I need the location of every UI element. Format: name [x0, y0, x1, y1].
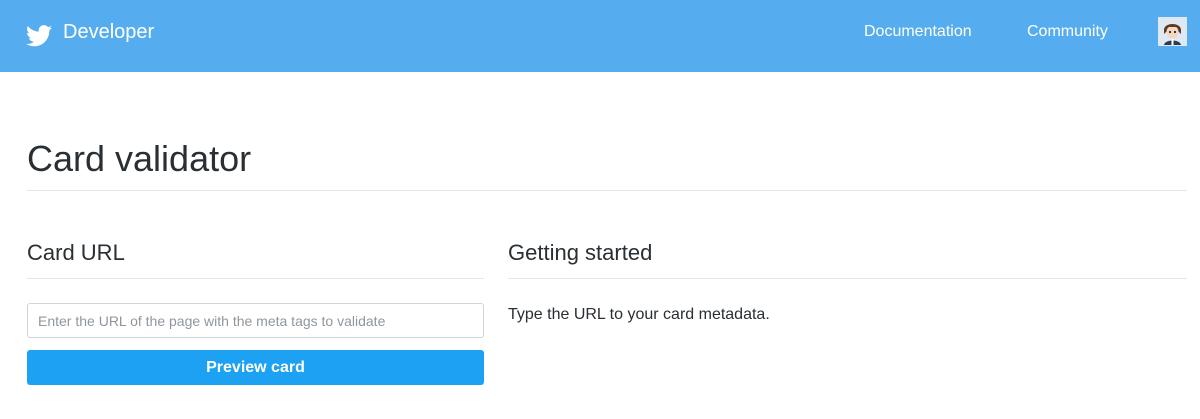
- avatar-image: [1159, 18, 1186, 45]
- nav-community-link[interactable]: Community: [1027, 22, 1108, 42]
- getting-started-text: Type the URL to your card metadata.: [508, 306, 770, 323]
- preview-card-button[interactable]: Preview card: [27, 350, 484, 385]
- card-url-input[interactable]: [27, 303, 484, 338]
- nav-documentation-link[interactable]: Documentation: [864, 22, 972, 42]
- brand-label: Developer: [63, 21, 155, 43]
- card-url-divider: [27, 278, 484, 279]
- top-navigation-bar: Developer Documentation Community: [0, 0, 1200, 72]
- card-url-heading: Card URL: [27, 240, 125, 265]
- title-divider: [27, 190, 1187, 191]
- page-title: Card validator: [27, 138, 252, 179]
- developer-home-link[interactable]: Developer: [26, 0, 154, 64]
- getting-started-divider: [508, 278, 1187, 279]
- twitter-bird-icon: [26, 25, 52, 47]
- user-avatar-icon[interactable]: [1158, 17, 1187, 46]
- getting-started-heading: Getting started: [508, 240, 653, 265]
